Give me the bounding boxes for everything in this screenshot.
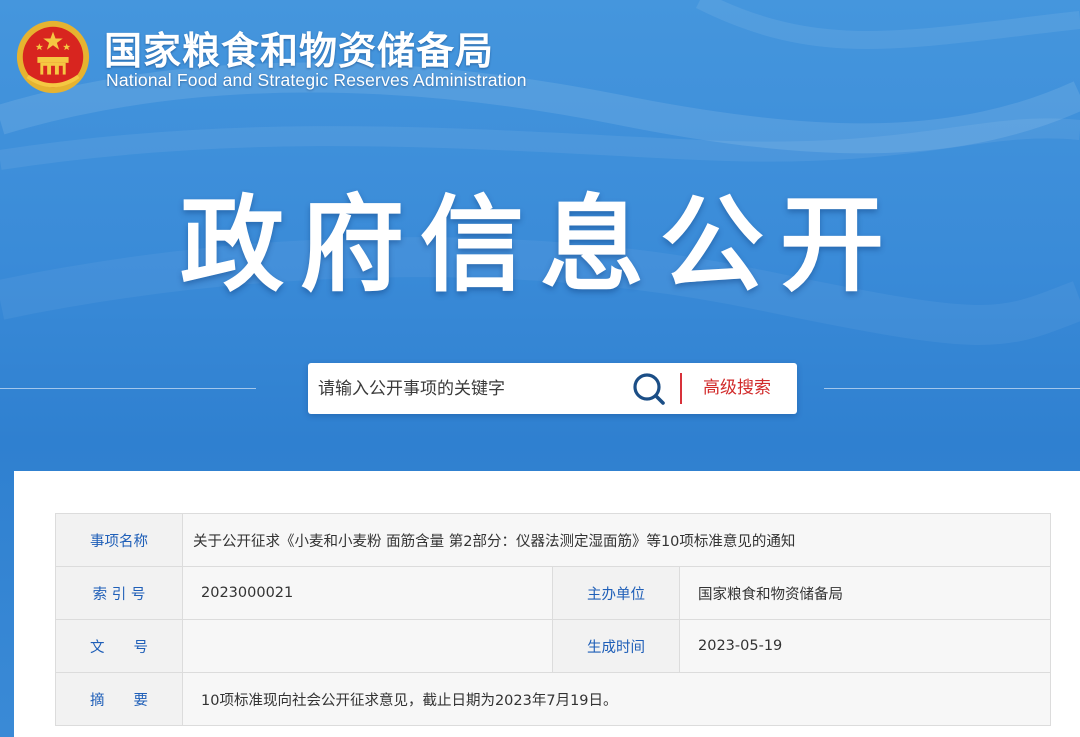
agency-name-en: National Food and Strategic Reserves Adm… bbox=[106, 70, 527, 90]
table-row: 文 号 生成时间 2023-05-19 bbox=[55, 619, 1051, 673]
search-input[interactable] bbox=[308, 363, 628, 414]
advanced-search-link[interactable]: 高级搜索 bbox=[703, 363, 771, 414]
search-bar: 高级搜索 bbox=[308, 363, 797, 414]
search-left-divider-line bbox=[0, 388, 256, 389]
table-row: 事项名称 关于公开征求《小麦和小麦粉 面筋含量 第2部分：仪器法测定湿面筋》等1… bbox=[55, 513, 1051, 567]
issuer-label: 主办单位 bbox=[552, 566, 680, 620]
table-row: 摘 要 10项标准现向社会公开征求意见，截止日期为2023年7月19日。 bbox=[55, 672, 1051, 726]
search-icon[interactable] bbox=[630, 370, 670, 408]
content-panel: 事项名称 关于公开征求《小麦和小麦粉 面筋含量 第2部分：仪器法测定湿面筋》等1… bbox=[14, 471, 1080, 737]
date-value: 2023-05-19 bbox=[679, 619, 1051, 673]
summary-label: 摘 要 bbox=[55, 672, 183, 726]
info-table: 事项名称 关于公开征求《小麦和小麦粉 面筋含量 第2部分：仪器法测定湿面筋》等1… bbox=[55, 513, 1051, 726]
index-value: 2023000021 bbox=[182, 566, 553, 620]
national-emblem-icon[interactable] bbox=[14, 18, 92, 96]
page-banner: 国家粮食和物资储备局 National Food and Strategic R… bbox=[0, 0, 1080, 737]
doc-number-label: 文 号 bbox=[55, 619, 183, 673]
search-divider bbox=[680, 373, 682, 404]
hero-title: 政府信息公开 bbox=[179, 184, 900, 306]
date-label: 生成时间 bbox=[552, 619, 680, 673]
agency-name-cn: 国家粮食和物资储备局 bbox=[104, 28, 495, 73]
item-name-label: 事项名称 bbox=[55, 513, 183, 567]
search-right-divider-line bbox=[824, 388, 1080, 389]
index-label: 索 引 号 bbox=[55, 566, 183, 620]
summary-value: 10项标准现向社会公开征求意见，截止日期为2023年7月19日。 bbox=[182, 672, 1051, 726]
issuer-value: 国家粮食和物资储备局 bbox=[679, 566, 1051, 620]
item-name-value: 关于公开征求《小麦和小麦粉 面筋含量 第2部分：仪器法测定湿面筋》等10项标准意… bbox=[182, 513, 1051, 567]
doc-number-value bbox=[182, 619, 553, 673]
table-row: 索 引 号 2023000021 主办单位 国家粮食和物资储备局 bbox=[55, 566, 1051, 620]
